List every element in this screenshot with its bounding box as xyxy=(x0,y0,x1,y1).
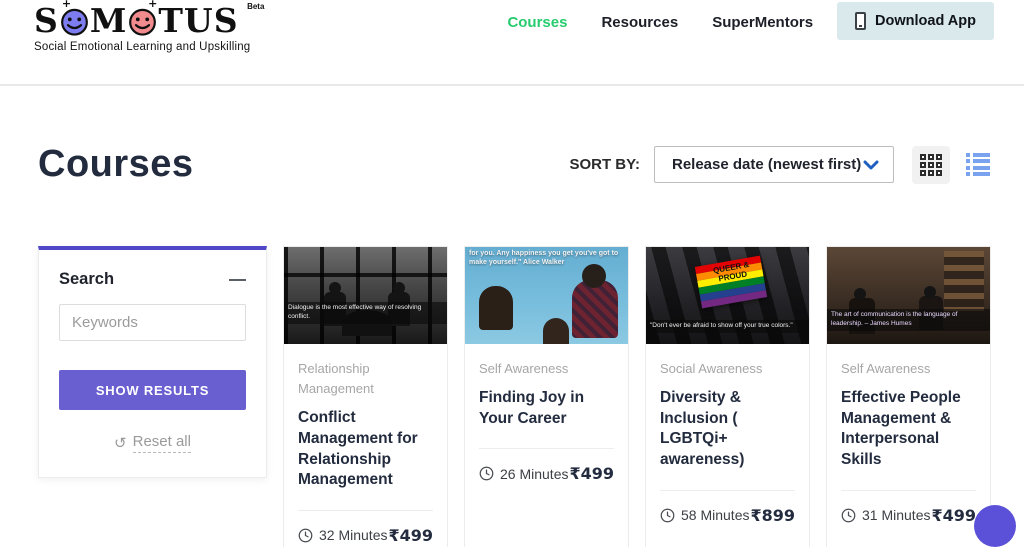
nav-item-supermentors[interactable]: SuperMentors xyxy=(712,14,813,31)
course-card-footer: 32 Minutes ₹499 xyxy=(298,526,433,545)
course-category: Self Awareness xyxy=(479,361,569,376)
header: Beta S + M + TUS Social Emotional Learni… xyxy=(0,0,1024,86)
course-duration-label: 58 Minutes xyxy=(681,507,750,524)
course-category: Self Awareness xyxy=(841,361,931,376)
course-card-body: Self Awareness Effective People Manageme… xyxy=(827,344,990,539)
thumbnail-caption: for you. Any happiness you get you've go… xyxy=(469,250,619,267)
page-title: Courses xyxy=(38,143,194,185)
course-card-body: Self Awareness Finding Joy in Your Caree… xyxy=(465,344,628,497)
view-toggles xyxy=(912,145,990,184)
clock-icon xyxy=(841,508,856,522)
course-card-footer: 31 Minutes ₹499 xyxy=(841,506,976,525)
course-title: Conflict Management for Relationship Man… xyxy=(298,409,418,489)
clock-icon xyxy=(660,508,675,522)
course-duration: 32 Minutes xyxy=(298,527,387,543)
logo-letter: S xyxy=(34,1,59,40)
list-view-icon xyxy=(966,152,990,177)
course-card[interactable]: QUEER & PROUD "Don't ever be afraid to s… xyxy=(645,246,810,547)
logo[interactable]: Beta S + M + TUS Social Emotional Learni… xyxy=(34,0,264,53)
course-title: Diversity & Inclusion ( LGBTQi+ awarenes… xyxy=(660,389,745,468)
course-card-body: Relationship Management Conflict Managem… xyxy=(284,344,447,547)
show-results-button[interactable]: SHOW RESULTS xyxy=(59,370,246,410)
course-duration-label: 32 Minutes xyxy=(319,527,388,544)
main-nav: Courses Resources SuperMentors xyxy=(507,14,813,31)
grid-view-button[interactable] xyxy=(912,145,950,184)
thumbnail-caption: "Don't ever be afraid to show off your t… xyxy=(646,320,809,333)
phone-icon xyxy=(855,12,867,30)
logo-tagline: Social Emotional Learning and Upskilling xyxy=(34,41,251,53)
sort-group: SORT BY: Release date (newest first) xyxy=(569,145,990,184)
sort-by-label: SORT BY: xyxy=(569,156,640,173)
search-panel-header: Search xyxy=(59,270,246,289)
download-app-button[interactable]: Download App xyxy=(837,2,994,40)
course-duration-label: 31 Minutes xyxy=(862,507,931,524)
chat-fab[interactable] xyxy=(974,505,1016,547)
thumbnail-caption: Dialogue is the most effective way of re… xyxy=(284,302,447,324)
course-duration: 26 Minutes xyxy=(479,466,568,482)
divider xyxy=(841,489,976,491)
course-card[interactable]: for you. Any happiness you get you've go… xyxy=(464,246,629,547)
beta-badge: Beta xyxy=(247,2,265,11)
divider xyxy=(479,448,614,450)
course-category: Relationship Management xyxy=(298,361,374,397)
grid-view-icon xyxy=(920,153,942,176)
course-duration-label: 26 Minutes xyxy=(500,465,569,482)
course-price: ₹499 xyxy=(388,525,433,545)
clock-icon xyxy=(298,528,313,543)
course-price: ₹499 xyxy=(569,464,614,484)
sparkle-icon: + xyxy=(61,0,73,10)
course-thumbnail: QUEER & PROUD "Don't ever be afraid to s… xyxy=(646,247,809,344)
course-card-footer: 58 Minutes ₹899 xyxy=(660,506,795,525)
divider xyxy=(298,509,433,511)
nav-item-resources[interactable]: Resources xyxy=(601,14,678,31)
blue-smiley-icon: + xyxy=(60,0,89,36)
list-view-button[interactable] xyxy=(966,152,990,177)
collapse-icon[interactable] xyxy=(229,278,246,281)
chevron-down-icon xyxy=(863,160,879,169)
toolbar: Courses SORT BY: Release date (newest fi… xyxy=(38,143,990,186)
logo-letter: TUS xyxy=(158,1,239,40)
course-price: ₹499 xyxy=(931,505,976,525)
search-panel-title: Search xyxy=(59,270,115,288)
course-price: ₹899 xyxy=(750,505,795,525)
course-grid: Dialogue is the most effective way of re… xyxy=(283,246,991,547)
keywords-input[interactable] xyxy=(59,304,246,341)
download-app-label: Download App xyxy=(875,13,976,29)
course-thumbnail: The art of communication is the language… xyxy=(827,247,990,344)
search-panel: Search SHOW RESULTS ↺ Reset all xyxy=(38,246,267,478)
logo-wordmark: S + M + TUS xyxy=(34,0,250,40)
course-duration: 58 Minutes xyxy=(660,507,749,523)
course-card-footer: 26 Minutes ₹499 xyxy=(479,464,614,483)
reset-all-link[interactable]: ↺ Reset all xyxy=(59,433,246,453)
content: Search SHOW RESULTS ↺ Reset all Dialogue… xyxy=(38,246,1024,547)
nav-item-courses[interactable]: Courses xyxy=(507,14,567,31)
course-title: Finding Joy in Your Career xyxy=(479,389,585,427)
course-thumbnail: for you. Any happiness you get you've go… xyxy=(465,247,628,344)
course-card[interactable]: The art of communication is the language… xyxy=(826,246,991,547)
course-category: Social Awareness xyxy=(660,361,763,376)
course-thumbnail: Dialogue is the most effective way of re… xyxy=(284,247,447,344)
sort-dropdown-value: Release date (newest first) xyxy=(672,156,862,173)
course-card[interactable]: Dialogue is the most effective way of re… xyxy=(283,246,448,547)
sparkle-icon: + xyxy=(148,0,159,10)
thumbnail-caption: The art of communication is the language… xyxy=(827,309,990,331)
sort-dropdown[interactable]: Release date (newest first) xyxy=(654,146,894,183)
clock-icon xyxy=(479,466,494,481)
divider xyxy=(660,489,795,491)
course-duration: 31 Minutes xyxy=(841,507,930,523)
reset-all-label: Reset all xyxy=(132,433,191,453)
pink-smiley-icon: + xyxy=(128,0,157,36)
reset-icon: ↺ xyxy=(114,434,127,452)
logo-letter: M xyxy=(89,1,128,40)
course-card-body: Social Awareness Diversity & Inclusion (… xyxy=(646,344,809,539)
course-title: Effective People Management & Interperso… xyxy=(841,389,961,468)
